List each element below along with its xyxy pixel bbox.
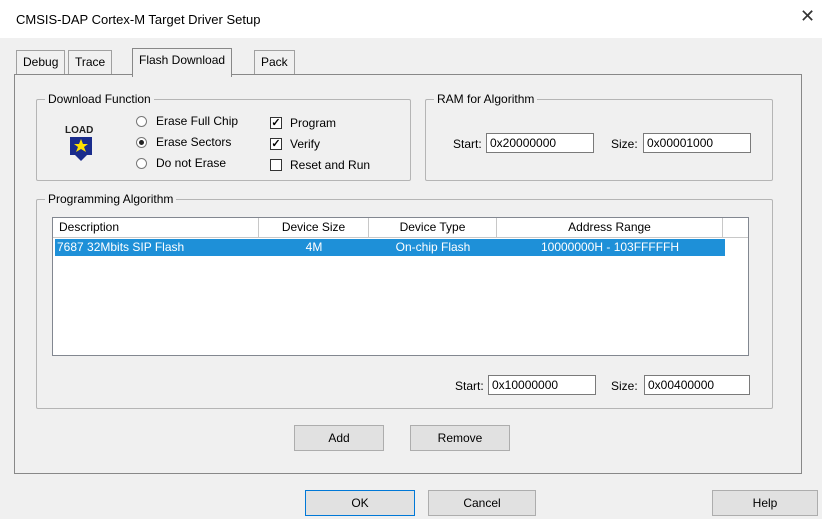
load-icon: LOAD (64, 122, 98, 162)
erase-sectors-radio[interactable] (136, 137, 147, 148)
algorithm-list[interactable]: Description Device Size Device Type Addr… (52, 217, 749, 356)
erase-full-chip-radio[interactable] (136, 116, 147, 127)
remove-button[interactable]: Remove (410, 425, 510, 451)
ram-size-label: Size: (611, 137, 638, 151)
row-device-size: 4M (305, 240, 323, 254)
erase-sectors-label: Erase Sectors (156, 135, 232, 149)
help-button[interactable]: Help (712, 490, 818, 516)
add-button[interactable]: Add (294, 425, 384, 451)
ram-size-input[interactable]: 0x00001000 (643, 133, 751, 153)
load-icon-text: LOAD (65, 125, 93, 136)
do-not-erase-radio[interactable] (136, 158, 147, 169)
download-function-label: Download Function (45, 92, 154, 106)
tab-flash-download[interactable]: Flash Download (132, 48, 233, 77)
algo-start-input[interactable]: 0x10000000 (488, 375, 596, 395)
algo-start-label: Start: (455, 379, 484, 393)
column-header-device-size[interactable]: Device Size (259, 218, 369, 238)
ram-start-label: Start: (453, 137, 482, 151)
do-not-erase-label: Do not Erase (156, 156, 227, 170)
program-checkbox[interactable]: ✓ (270, 117, 282, 129)
close-icon[interactable]: ✕ (800, 6, 815, 27)
row-address-range: 10000000H - 103FFFFFH (540, 240, 680, 254)
reset-and-run-label: Reset and Run (290, 158, 371, 172)
ok-button[interactable]: OK (305, 490, 415, 516)
ram-start-input[interactable]: 0x20000000 (486, 133, 594, 153)
program-label: Program (290, 116, 337, 130)
column-header-device-type[interactable]: Device Type (369, 218, 497, 238)
row-description: 7687 32Mbits SIP Flash (57, 240, 185, 254)
reset-and-run-checkbox[interactable] (270, 159, 282, 171)
algo-size-label: Size: (611, 379, 638, 393)
cancel-button[interactable]: Cancel (428, 490, 536, 516)
algo-size-input[interactable]: 0x00400000 (644, 375, 750, 395)
verify-checkbox[interactable]: ✓ (270, 138, 282, 150)
window-title: CMSIS-DAP Cortex-M Target Driver Setup (16, 12, 261, 27)
tab-pack[interactable]: Pack (254, 50, 295, 74)
tab-debug[interactable]: Debug (16, 50, 66, 74)
column-header-description[interactable]: Description (53, 218, 259, 238)
table-row[interactable]: 7687 32Mbits SIP Flash 4M On-chip Flash … (55, 239, 725, 256)
ram-for-algorithm-label: RAM for Algorithm (434, 92, 538, 106)
programming-algorithm-label: Programming Algorithm (45, 192, 177, 206)
erase-full-chip-label: Erase Full Chip (156, 114, 239, 128)
row-device-type: On-chip Flash (395, 240, 471, 254)
tab-trace[interactable]: Trace (68, 50, 113, 74)
column-header-address-range[interactable]: Address Range (497, 218, 723, 238)
verify-label: Verify (290, 137, 321, 151)
column-header-filler (723, 218, 748, 238)
